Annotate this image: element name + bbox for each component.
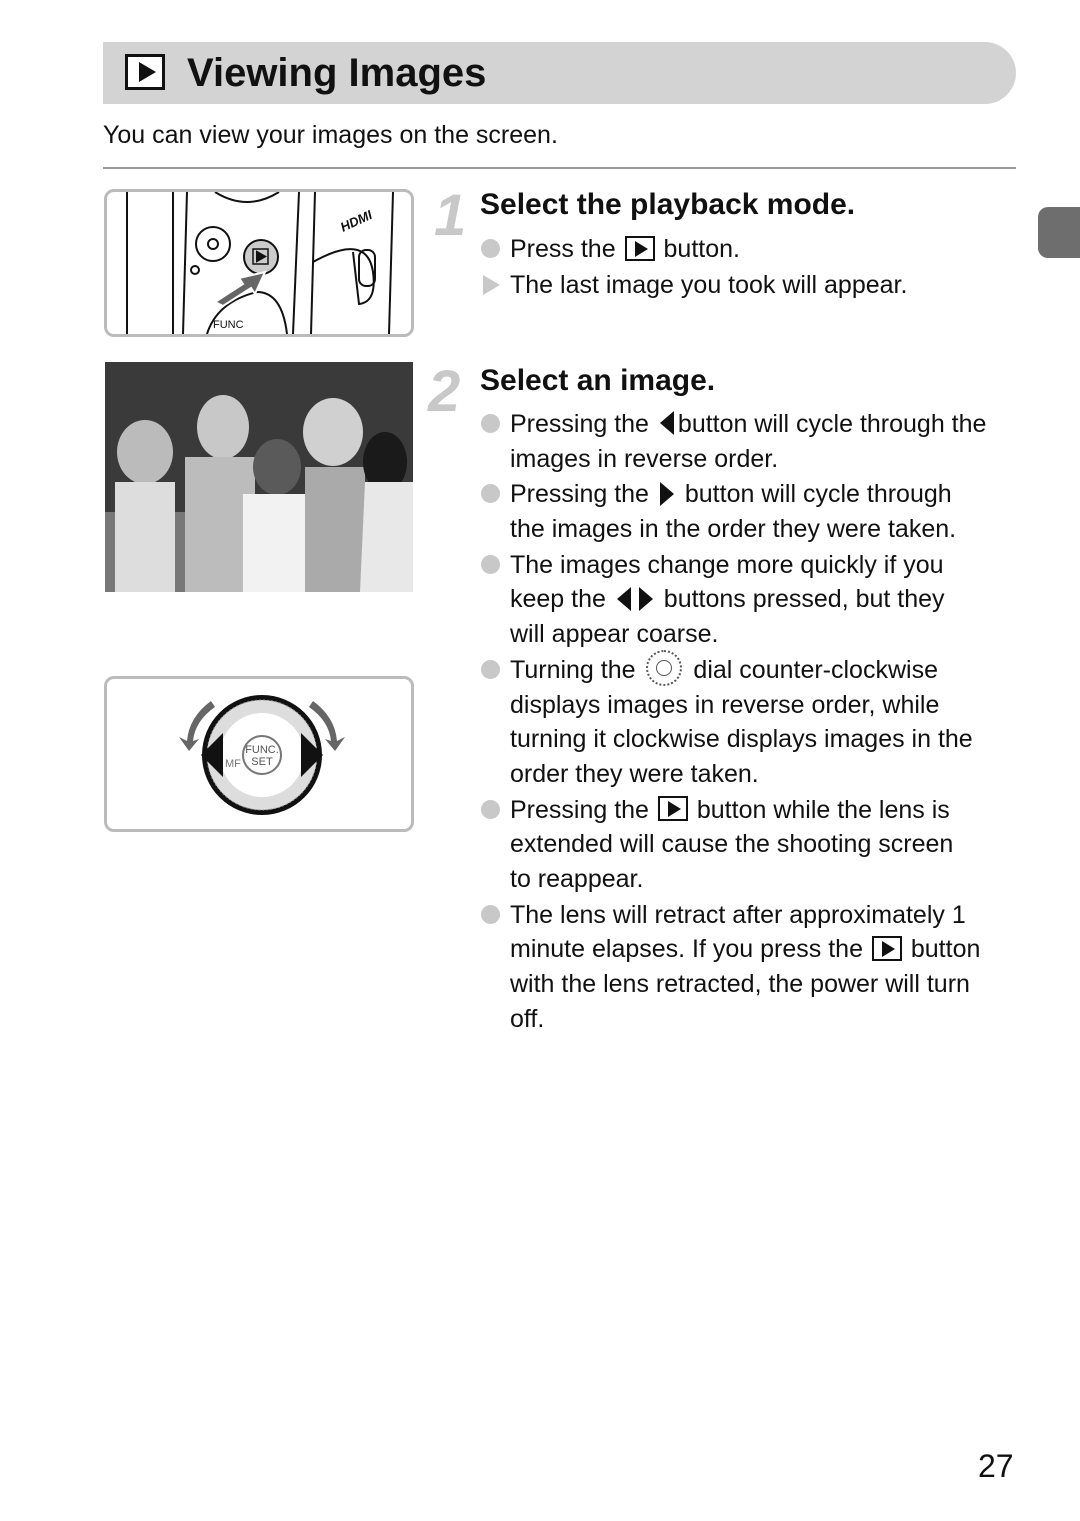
- instruction-text: order they were taken.: [510, 759, 759, 788]
- text-line: The lens will retract after approximatel…: [510, 898, 1040, 933]
- bullet-item: Pressing the button will cycle through t…: [480, 407, 1040, 476]
- instruction-text: button: [903, 935, 981, 964]
- instruction-text: extended will cause the shooting screen: [510, 830, 954, 859]
- hdmi-label: HDMI: [338, 207, 375, 235]
- playback-button-icon: [871, 936, 902, 962]
- text-line: with the lens retracted, the power will …: [510, 967, 1040, 1002]
- bullet-item: The lens will retract after approximatel…: [480, 898, 1040, 1037]
- playback-icon: [125, 54, 165, 90]
- text-line: off.: [510, 1002, 1040, 1037]
- bullet-icon: [481, 554, 500, 574]
- bullet-item: Pressing the button will cycle through th…: [480, 477, 1040, 546]
- instruction-text: button will cycle through: [677, 480, 952, 509]
- step-instructions: Pressing the button will cycle through t…: [480, 407, 1040, 1037]
- step-instructions: Press the button. The last image you took…: [480, 232, 1040, 303]
- instruction-text: dial counter-clockwise: [686, 655, 938, 684]
- right-button-icon: [638, 586, 653, 611]
- instruction-text: The images change more quickly if you: [510, 550, 944, 579]
- result-arrow-icon: [483, 274, 500, 295]
- text-line: keep the buttons pressed, but they: [510, 582, 1040, 617]
- instruction-text: Turning the: [510, 655, 643, 684]
- step-number: 2: [428, 359, 461, 424]
- instruction-text: button while the lens is: [689, 795, 950, 824]
- bullet-item: Turning the dial counter-clockwise displa…: [480, 650, 1040, 792]
- section-tab: [1038, 207, 1080, 258]
- instruction-text: button will cycle through the: [677, 410, 987, 438]
- instruction-text: displays images in reverse order, while: [510, 690, 940, 719]
- page-number: 27: [978, 1448, 1014, 1484]
- text-line: minute elapses. If you press the button: [510, 932, 1040, 967]
- left-button-icon: [616, 586, 631, 611]
- instruction-text: off.: [510, 1004, 545, 1033]
- playback-button-icon: [657, 796, 688, 822]
- instruction-text: The last image you took will appear.: [510, 270, 908, 299]
- instruction-text: minute elapses. If you press the: [510, 935, 870, 964]
- instruction-text: Pressing the: [510, 480, 656, 509]
- text-line: Pressing the button will cycle through: [510, 477, 1040, 512]
- sample-photo: [105, 362, 413, 592]
- text-line: the images in the order they were taken.: [510, 512, 1040, 547]
- control-dial-illustration: FUNC. SET MF: [104, 676, 414, 832]
- text-line: will appear coarse.: [510, 617, 1040, 652]
- page-subtitle: You can view your images on the screen.: [103, 121, 558, 149]
- instruction-text: buttons pressed, but they: [656, 585, 945, 614]
- text-line: Turning the dial counter-clockwise: [510, 650, 1040, 688]
- instruction-text: with the lens retracted, the power will …: [510, 970, 970, 998]
- instruction-text: Press the: [510, 235, 623, 263]
- instruction-text: images in reverse order.: [510, 444, 779, 473]
- text-line: images in reverse order.: [510, 442, 1040, 477]
- text-line: Press the button.: [510, 232, 1040, 267]
- result-item: The last image you took will appear.: [480, 268, 1040, 303]
- text-line: The last image you took will appear.: [510, 268, 1040, 303]
- control-dial-icon: [646, 650, 683, 687]
- bullet-icon: [481, 484, 500, 504]
- playback-button-icon: [624, 235, 655, 261]
- text-line: Pressing the button will cycle through t…: [510, 407, 1040, 442]
- instruction-text: Pressing the: [510, 410, 656, 438]
- step-title: Select the playback mode.: [480, 188, 856, 221]
- instruction-text: keep the: [510, 585, 613, 614]
- bullet-icon: [481, 239, 500, 258]
- text-line: to reappear.: [510, 862, 1040, 897]
- text-line: Pressing the button while the lens is: [510, 793, 1040, 828]
- bullet-icon: [481, 659, 500, 679]
- right-button-icon: [659, 481, 674, 506]
- instruction-text: button.: [656, 235, 740, 263]
- text-line: The images change more quickly if you: [510, 548, 1040, 583]
- set-label: SET: [251, 756, 273, 768]
- bullet-item: The images change more quickly if you kee…: [480, 548, 1040, 652]
- instruction-text: to reappear.: [510, 864, 644, 893]
- instruction-text: the images in the order they were taken.: [510, 515, 957, 544]
- bullet-icon: [481, 414, 500, 433]
- func-label: FUNC.: [245, 744, 279, 756]
- bullet-icon: [481, 904, 500, 924]
- step-number: 1: [434, 183, 467, 248]
- text-line: order they were taken.: [510, 757, 1040, 792]
- text-line: extended will cause the shooting screen: [510, 827, 1040, 862]
- instruction-text: turning it clockwise displays images in …: [510, 725, 973, 754]
- text-line: turning it clockwise displays images in …: [510, 722, 1040, 757]
- step-title: Select an image.: [480, 364, 716, 397]
- camera-playback-button-illustration: FUNC HDMI: [104, 189, 414, 337]
- bullet-item: Pressing the button while the lens is ext…: [480, 793, 1040, 897]
- left-button-icon: [659, 411, 674, 436]
- text-line: displays images in reverse order, while: [510, 688, 1040, 723]
- title-bar: Viewing Images: [103, 42, 1016, 104]
- instruction-text: The lens will retract after approximatel…: [510, 900, 966, 929]
- bullet-icon: [481, 799, 500, 819]
- instruction-text: Pressing the: [510, 795, 656, 824]
- instruction-text: will appear coarse.: [510, 620, 719, 649]
- page-title: Viewing Images: [187, 51, 487, 95]
- bullet-item: Press the button.: [480, 232, 1040, 267]
- mf-label: MF: [225, 758, 241, 770]
- func-label: FUNC: [213, 319, 244, 331]
- divider: [103, 167, 1016, 169]
